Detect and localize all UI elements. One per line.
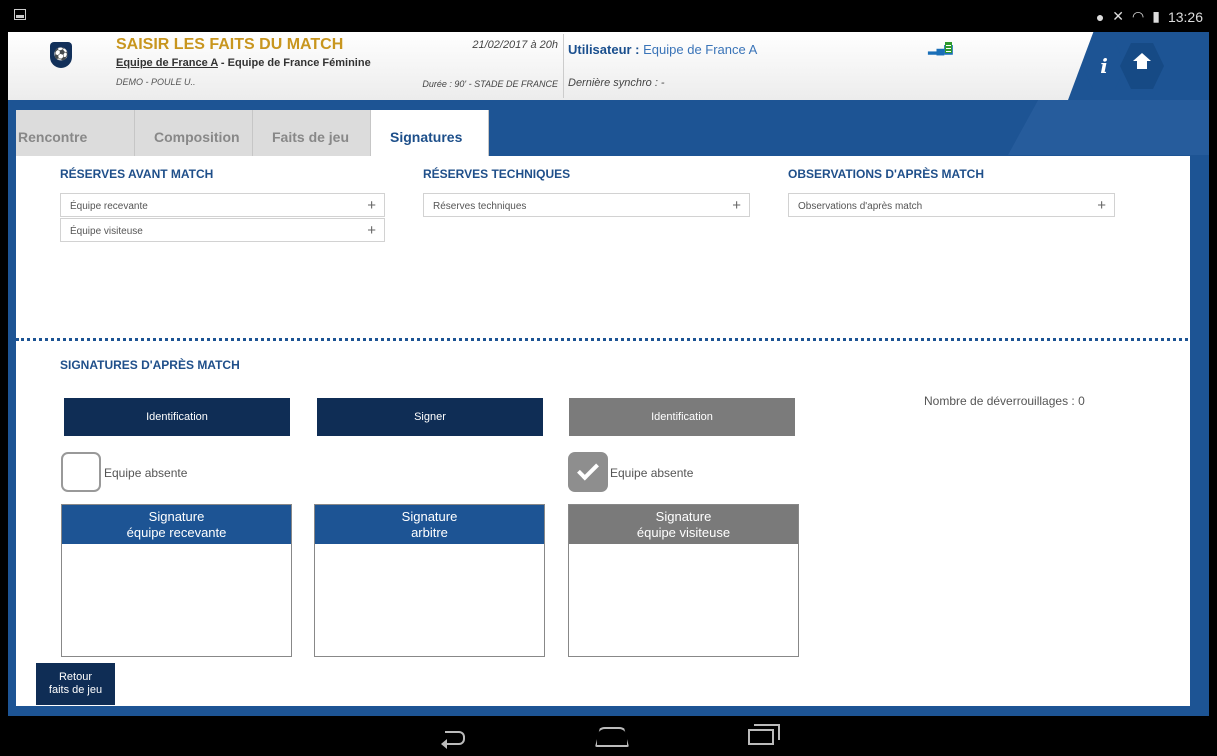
absent-away-label: Equipe absente: [610, 466, 694, 480]
tab-label: Rencontre: [18, 129, 88, 145]
fff-logo: ⚽: [50, 42, 72, 68]
match-date: 21/02/2017 à 20h: [472, 39, 558, 51]
location-icon: ●: [1095, 8, 1105, 25]
signature-title: Signature: [655, 509, 712, 524]
back-label-line2: faits de jeu: [48, 684, 103, 696]
home-nav-icon[interactable]: [595, 727, 629, 747]
signature-title: Signature: [401, 509, 458, 524]
tab-label: Faits de jeu: [272, 129, 350, 145]
user-label: Utilisateur :: [568, 42, 644, 57]
signature-referee-pad[interactable]: Signature arbitre: [314, 504, 545, 657]
battery-level-icon: [945, 42, 952, 53]
reserve-technique[interactable]: Réserves techniques +: [423, 193, 750, 217]
reserve-label: Équipe recevante: [70, 201, 148, 212]
user-info: Utilisateur : Equipe de France A: [568, 42, 757, 57]
observation-label: Observations d'après match: [798, 201, 923, 212]
plus-icon: +: [1097, 197, 1106, 214]
tab-faits-de-jeu[interactable]: Faits de jeu: [253, 110, 371, 156]
no-signal-icon: ✕: [1112, 8, 1125, 24]
signature-home-pad[interactable]: Signature équipe recevante: [61, 504, 292, 657]
tab-rencontre[interactable]: Rencontre: [16, 110, 135, 156]
main-content: RÉSERVES AVANT MATCH Équipe recevante + …: [16, 156, 1209, 706]
tab-label: Composition: [154, 129, 240, 145]
info-icon: i: [1100, 54, 1108, 78]
tab-label: Signatures: [390, 129, 463, 145]
competition-name: DEMO - POULE U..: [116, 77, 196, 87]
status-bar: ● ✕ ◠ ▮ 13:26: [8, 0, 1209, 32]
reserves-techniques-title: RÉSERVES TECHNIQUES: [423, 167, 571, 181]
match-venue: Durée : 90' - STADE DE FRANCE: [422, 79, 558, 89]
back-to-game-facts-button[interactable]: Retour faits de jeu: [36, 663, 115, 705]
header-divider: [563, 34, 564, 98]
signature-subtitle: équipe recevante: [126, 525, 227, 540]
signature-home-header: Signature équipe recevante: [62, 505, 291, 544]
signature-subtitle: équipe visiteuse: [636, 525, 731, 540]
clock: 13:26: [1167, 8, 1203, 25]
reserve-label: Réserves techniques: [433, 201, 527, 212]
last-sync: Dernière synchro : -: [568, 77, 665, 89]
signature-subtitle: arbitre: [411, 525, 448, 540]
match-header: ⚽ SAISIR LES FAITS DU MATCH Equipe de Fr…: [8, 32, 1209, 100]
page-title: SAISIR LES FAITS DU MATCH: [116, 36, 344, 53]
tab-bar: Rencontre Composition Faits de jeu Signa…: [16, 110, 489, 156]
plus-icon: +: [367, 197, 376, 214]
unlock-count: Nombre de déverrouillages : 0: [924, 394, 1085, 408]
absent-away-checkbox[interactable]: [568, 452, 608, 492]
background-decoration: [1008, 100, 1209, 155]
away-team: Equipe de France Féminine: [227, 57, 371, 69]
battery-icon: ▮: [1152, 8, 1160, 24]
plus-icon: +: [732, 197, 741, 214]
section-divider: [16, 338, 1209, 341]
check-icon: [577, 458, 599, 481]
reserve-home-team[interactable]: Équipe recevante +: [60, 193, 385, 217]
signatures-title: SIGNATURES D'APRÈS MATCH: [60, 358, 240, 372]
identification-home-button[interactable]: Identification: [64, 398, 290, 436]
identification-away-button[interactable]: Identification: [569, 398, 795, 436]
android-nav-bar: [8, 716, 1209, 756]
tab-composition[interactable]: Composition: [135, 110, 253, 156]
reserve-away-team[interactable]: Équipe visiteuse +: [60, 218, 385, 242]
observations-title: OBSERVATIONS D'APRÈS MATCH: [788, 167, 984, 181]
back-label-line1: Retour: [58, 671, 93, 683]
absent-home-label: Equipe absente: [104, 466, 188, 480]
observation-item[interactable]: Observations d'après match +: [788, 193, 1115, 217]
signature-away-pad[interactable]: Signature équipe visiteuse: [568, 504, 799, 657]
signature-referee-header: Signature arbitre: [315, 505, 544, 544]
user-value: Equipe de France A: [643, 42, 758, 57]
teams-separator: -: [217, 57, 228, 69]
app-frame: ● ✕ ◠ ▮ 13:26 ⚽ SAISIR LES FAITS DU MATC…: [8, 0, 1209, 756]
plus-icon: +: [367, 222, 376, 239]
reserve-label: Équipe visiteuse: [70, 226, 143, 237]
absent-home-checkbox[interactable]: [61, 452, 101, 492]
signature-away-header: Signature équipe visiteuse: [569, 505, 798, 544]
home-team-link[interactable]: Equipe de France A: [116, 57, 218, 69]
match-teams: Equipe de France A - Equipe de France Fé…: [116, 57, 371, 69]
reserves-avant-title: RÉSERVES AVANT MATCH: [60, 167, 214, 181]
status-icons: ● ✕ ◠ ▮ 13:26: [1096, 8, 1203, 25]
back-icon[interactable]: [441, 728, 465, 749]
recent-apps-icon[interactable]: [748, 724, 780, 745]
tab-signatures[interactable]: Signatures: [371, 110, 489, 156]
wifi-icon: ◠: [1132, 8, 1145, 24]
signature-title: Signature: [148, 509, 205, 524]
sign-button[interactable]: Signer: [317, 398, 543, 436]
gallery-icon: [14, 9, 26, 20]
home-icon: [1133, 53, 1151, 73]
